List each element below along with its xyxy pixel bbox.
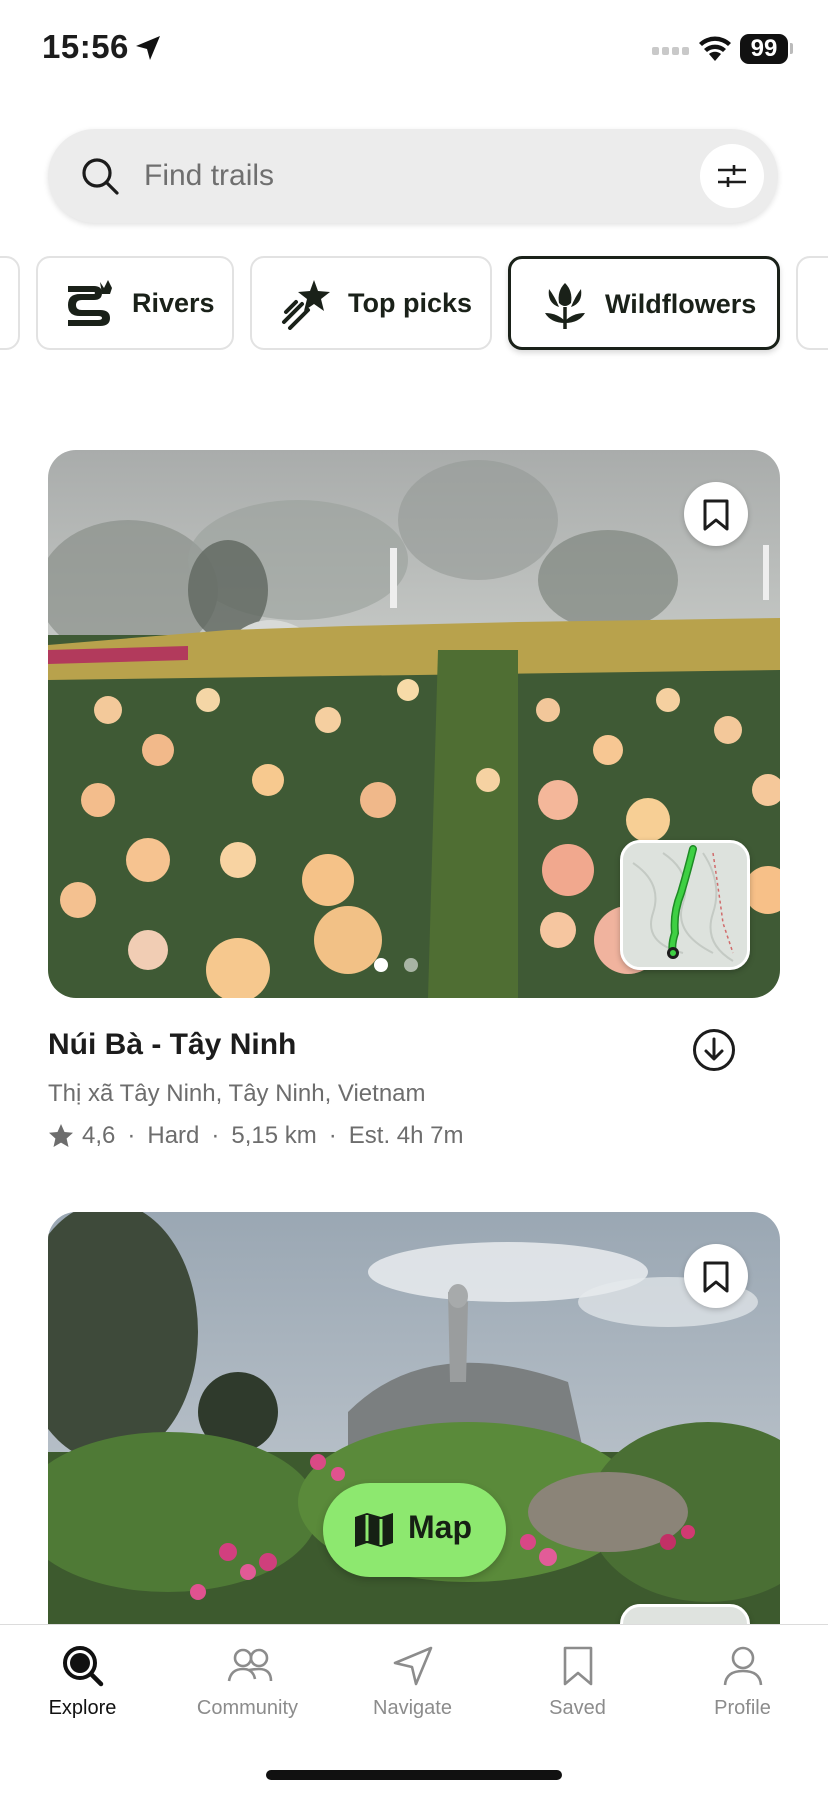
tab-saved[interactable]: Saved xyxy=(495,1625,660,1735)
save-trail-button[interactable] xyxy=(684,482,748,546)
wildflower-icon xyxy=(545,283,585,329)
trail-rating: 4,6 xyxy=(82,1122,116,1149)
location-arrow-icon xyxy=(136,36,160,60)
star-icon xyxy=(49,1124,73,1147)
map-button[interactable]: Map xyxy=(323,1483,506,1577)
trail-map-thumbnail[interactable] xyxy=(620,840,750,970)
tab-profile[interactable]: Profile xyxy=(660,1625,825,1735)
chip-wildflowers[interactable]: Wildflowers xyxy=(508,256,780,350)
explore-icon xyxy=(63,1646,104,1687)
trail-stats: 4,6 · Hard · 5,15 km · Est. 4h 7m xyxy=(48,1122,464,1150)
search-input[interactable] xyxy=(144,149,624,203)
photo-pagination xyxy=(374,958,434,977)
save-trail-button[interactable] xyxy=(684,1244,748,1308)
sliders-icon xyxy=(718,165,746,187)
navigate-icon xyxy=(393,1646,433,1686)
chip-top-picks[interactable]: Top picks xyxy=(250,256,492,350)
profile-icon xyxy=(723,1646,763,1686)
tab-label: Saved xyxy=(549,1697,606,1719)
search-bar[interactable] xyxy=(48,129,778,223)
download-icon[interactable] xyxy=(692,1028,736,1072)
tab-navigate[interactable]: Navigate xyxy=(330,1625,495,1735)
cellular-signal-icon xyxy=(652,47,689,55)
rivers-icon xyxy=(68,280,112,326)
filter-button[interactable] xyxy=(700,144,764,208)
home-indicator xyxy=(266,1770,562,1780)
tab-label: Profile xyxy=(714,1697,771,1719)
separator-dot: · xyxy=(328,1122,337,1149)
category-chips: Rivers Top picks Wildflowers xyxy=(0,256,828,352)
tab-label: Navigate xyxy=(373,1697,452,1719)
community-icon xyxy=(227,1648,273,1682)
tab-explore[interactable]: Explore xyxy=(0,1625,165,1735)
trail-map-thumbnail[interactable] xyxy=(620,1604,750,1624)
chip-partial-left[interactable] xyxy=(0,256,20,350)
trail-location: Thị xã Tây Ninh, Tây Ninh, Vietnam xyxy=(48,1080,426,1107)
chip-rivers[interactable]: Rivers xyxy=(36,256,234,350)
bookmark-icon xyxy=(703,1261,729,1293)
search-icon xyxy=(82,158,119,195)
bookmark-icon xyxy=(563,1646,593,1686)
map-icon xyxy=(355,1513,393,1547)
trail-distance: 5,15 km xyxy=(231,1122,317,1149)
status-bar: 15:56 99 xyxy=(0,0,828,100)
chip-label: Rivers xyxy=(132,288,215,318)
separator-dot: · xyxy=(211,1122,220,1149)
chip-label: Top picks xyxy=(348,288,473,318)
route-map-icon xyxy=(623,843,747,967)
status-time: 15:56 xyxy=(42,28,129,65)
bottom-tab-bar: Explore Community Navigate Saved Profile xyxy=(0,1624,828,1793)
pagination-dot-active[interactable] xyxy=(374,958,388,972)
trail-photo[interactable] xyxy=(48,450,780,998)
tab-label: Explore xyxy=(48,1697,117,1719)
tab-label: Community xyxy=(196,1697,299,1719)
trail-name[interactable]: Núi Bà - Tây Ninh xyxy=(48,1028,296,1062)
battery-nub xyxy=(790,43,793,54)
chip-label: Wildflowers xyxy=(605,289,757,319)
pagination-dot[interactable] xyxy=(404,958,418,972)
trail-duration: Est. 4h 7m xyxy=(348,1122,464,1149)
separator-dot: · xyxy=(127,1122,136,1149)
battery-indicator: 99 xyxy=(740,34,788,64)
map-button-label: Map xyxy=(408,1509,472,1545)
shooting-star-icon xyxy=(282,280,330,330)
trail-card[interactable]: Núi Bà - Tây Ninh Thị xã Tây Ninh, Tây N… xyxy=(48,450,780,1150)
trail-difficulty: Hard xyxy=(147,1122,200,1149)
wifi-icon xyxy=(699,36,731,61)
bookmark-icon xyxy=(703,499,729,531)
tab-community[interactable]: Community xyxy=(165,1625,330,1735)
chip-partial-right[interactable] xyxy=(796,256,828,350)
